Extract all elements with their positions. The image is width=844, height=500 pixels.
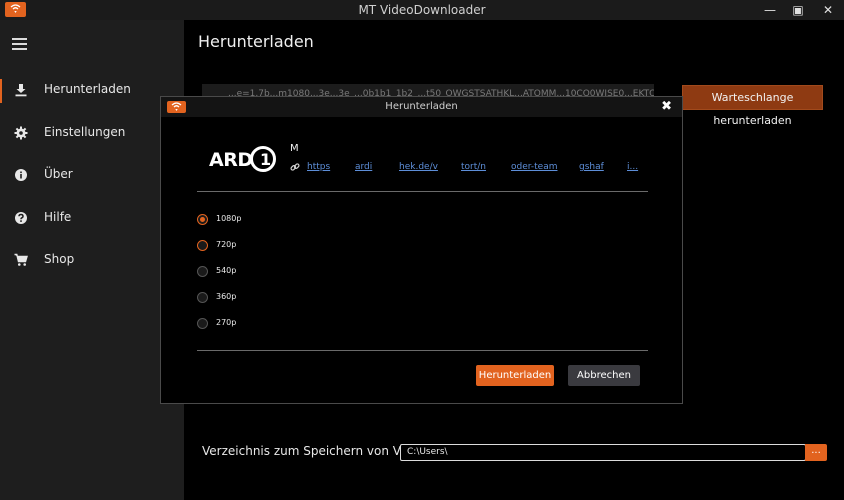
save-directory-label: Verzeichnis zum Speichern von Videos xyxy=(202,444,433,458)
info-icon xyxy=(15,169,27,181)
radio-button[interactable] xyxy=(197,240,208,251)
sidebar-item-shop[interactable]: Shop xyxy=(0,245,184,277)
video-title: M xyxy=(290,143,299,154)
ard-logo-text: ARD xyxy=(209,149,253,171)
cancel-button[interactable]: Abbrechen xyxy=(568,365,640,386)
resolution-label: 540p xyxy=(216,266,237,275)
sidebar-item-settings[interactable]: Einstellungen xyxy=(0,118,184,150)
save-directory-input[interactable]: C:\Users\ xyxy=(400,444,806,461)
divider xyxy=(197,350,648,351)
resolution-label: 1080p xyxy=(216,214,242,223)
maximize-button[interactable]: ▣ xyxy=(788,2,808,18)
resolution-option-1080p[interactable]: 1080p xyxy=(197,213,317,229)
resolution-label: 360p xyxy=(216,292,237,301)
resolution-option-360p[interactable]: 360p xyxy=(197,291,317,307)
sidebar-item-label: Herunterladen xyxy=(44,82,131,96)
divider xyxy=(197,191,648,192)
active-indicator xyxy=(0,79,2,103)
radio-button[interactable] xyxy=(197,292,208,303)
video-link[interactable]: oder-team xyxy=(511,162,557,172)
dialog-title-bar: Herunterladen ✖ xyxy=(161,97,682,117)
sidebar-item-label: Shop xyxy=(44,252,75,266)
gear-icon xyxy=(14,126,28,140)
browse-button[interactable]: ... xyxy=(805,444,827,461)
radio-button[interactable] xyxy=(197,318,208,329)
ard-logo-circle: 1 xyxy=(250,146,276,172)
minimize-button[interactable]: — xyxy=(760,2,780,18)
resolution-label: 720p xyxy=(216,240,237,249)
video-link[interactable]: gshaf xyxy=(579,162,604,172)
resolution-option-270p[interactable]: 270p xyxy=(197,317,317,333)
sidebar: Herunterladen Einstellungen Über Hilfe S… xyxy=(0,20,184,500)
video-link[interactable]: ardi xyxy=(355,162,372,172)
window-title: MT VideoDownloader xyxy=(358,3,486,17)
sidebar-item-download[interactable]: Herunterladen xyxy=(0,75,184,107)
sidebar-item-label: Einstellungen xyxy=(44,125,126,139)
download-queue-button[interactable]: Warteschlange herunterladen xyxy=(682,85,823,127)
resolution-label: 270p xyxy=(216,318,237,327)
dialog-close-button[interactable]: ✖ xyxy=(661,99,672,114)
resolution-option-540p[interactable]: 540p xyxy=(197,265,317,281)
download-dialog: Herunterladen ✖ ARD 1 M https ardi hek.d… xyxy=(160,96,683,404)
help-icon xyxy=(15,212,27,224)
ard-logo: ARD 1 xyxy=(209,145,276,175)
sidebar-item-help[interactable]: Hilfe xyxy=(0,203,184,235)
page-title: Herunterladen xyxy=(198,32,314,51)
resolution-option-720p[interactable]: 720p xyxy=(197,239,317,255)
download-button[interactable]: Herunterladen xyxy=(476,365,554,386)
sidebar-item-label: Hilfe xyxy=(44,210,72,224)
video-link[interactable]: i... xyxy=(627,162,638,172)
ard-logo-number: 1 xyxy=(260,150,272,169)
video-link[interactable]: hek.de/v xyxy=(399,162,438,172)
hamburger-menu-icon[interactable] xyxy=(12,38,27,51)
title-bar: MT VideoDownloader — ▣ ✕ xyxy=(0,0,844,20)
radio-button[interactable] xyxy=(197,266,208,277)
download-icon xyxy=(15,84,27,97)
video-link[interactable]: https xyxy=(307,162,330,172)
video-link[interactable]: tort/n xyxy=(461,162,486,172)
radio-button[interactable] xyxy=(197,214,208,225)
sidebar-item-about[interactable]: Über xyxy=(0,160,184,192)
cart-icon xyxy=(14,253,28,266)
save-directory-value: C:\Users\ xyxy=(407,447,448,457)
close-window-button[interactable]: ✕ xyxy=(818,2,838,18)
sidebar-item-label: Über xyxy=(44,167,73,181)
dialog-title: Herunterladen xyxy=(385,101,458,112)
link-icon xyxy=(290,163,300,171)
